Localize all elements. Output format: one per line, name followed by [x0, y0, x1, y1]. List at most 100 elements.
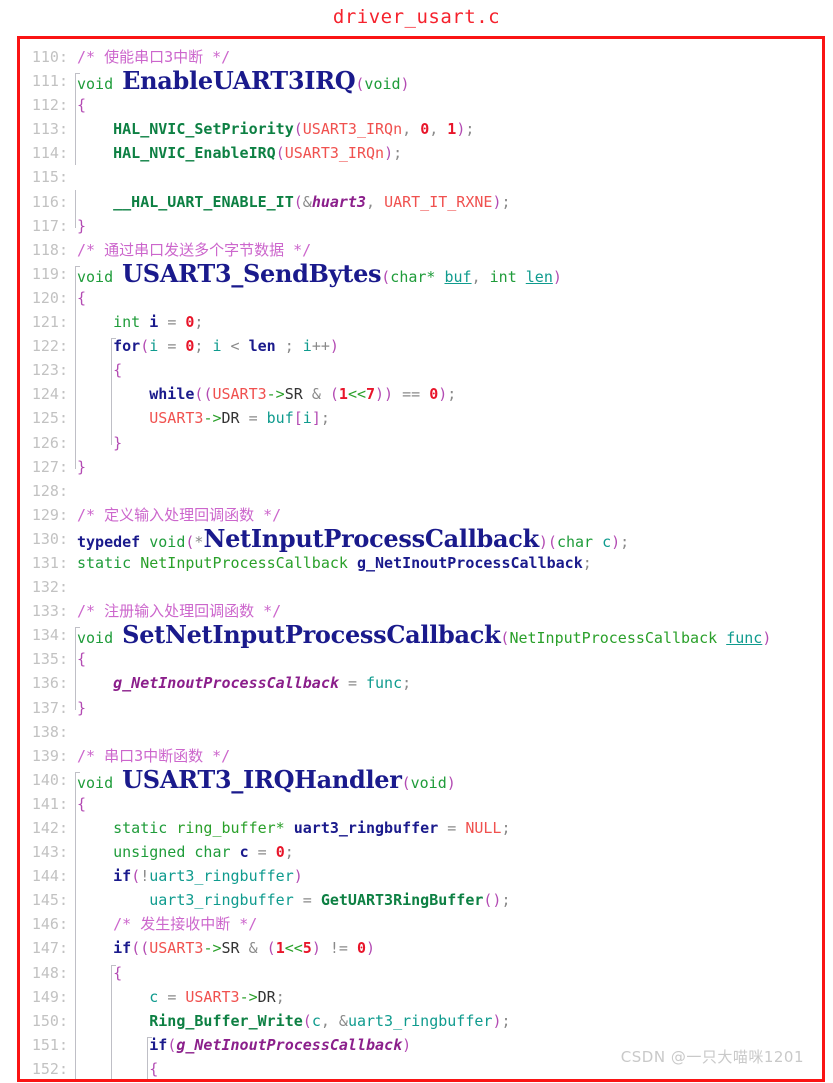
code-line: 113: HAL_NVIC_SetPriority(USART3_IRQn, 0… [20, 117, 822, 142]
code-content: { [73, 285, 822, 311]
line-number: 147: [31, 939, 68, 958]
line-number: 115: [31, 168, 68, 187]
code-content: Ring_Buffer_Write(c, &uart3_ringbuffer); [73, 1008, 822, 1033]
code-content: } [73, 695, 822, 720]
code-line: 148: { [20, 960, 822, 985]
line-number: 134: [31, 626, 68, 645]
code-line: 144: if(!uart3_ringbuffer) [20, 864, 822, 889]
code-line: 130: typedef void(*NetInputProcessCallba… [20, 523, 822, 553]
code-line: 140: void USART3_IRQHandler(void) [20, 764, 822, 795]
code-content: { [73, 1056, 822, 1079]
line-number: 119: [31, 264, 68, 283]
line-number: 130: [31, 529, 68, 548]
code-line: 126: } [20, 430, 822, 455]
code-line: 145: uart3_ringbuffer = GetUART3RingBuff… [20, 888, 822, 913]
code-line: 123: { [20, 358, 822, 383]
code-content: static ring_buffer* uart3_ringbuffer = N… [73, 816, 822, 841]
code-line: 152: { [20, 1056, 822, 1079]
code-content: { [73, 647, 822, 672]
line-number: 117: [31, 216, 68, 235]
code-line: 146: /* 发生接收中断 */ [20, 912, 822, 937]
line-number: 133: [31, 602, 68, 621]
code-line: 127: } [20, 454, 822, 479]
code-content: } [73, 213, 822, 238]
line-number: 131: [31, 553, 68, 572]
code-line: 143: unsigned char c = 0; [20, 840, 822, 865]
code-content: for(i = 0; i < len ; i++) [73, 334, 822, 359]
line-number: 126: [31, 433, 68, 452]
line-number: 111: [31, 72, 68, 91]
line-number: 125: [31, 409, 68, 428]
code-content: } [73, 430, 822, 455]
code-content: while((USART3->SR & (1<<7)) == 0); [73, 382, 822, 407]
line-number: 136: [31, 674, 68, 693]
line-number: 145: [31, 891, 68, 910]
code-line: 122: for(i = 0; i < len ; i++) [20, 334, 822, 359]
line-number: 124: [31, 385, 68, 404]
code-line: 125: USART3->DR = buf[i]; [20, 406, 822, 431]
code-content: g_NetInoutProcessCallback = func; [73, 671, 822, 696]
code-content: if((USART3->SR & (1<<5) != 0) [73, 936, 822, 961]
line-number: 140: [31, 770, 68, 789]
code-line: 132: [20, 575, 822, 599]
code-content: if(!uart3_ringbuffer) [73, 864, 822, 889]
code-listing: 110: /* 使能串口3中断 */ 111: void EnableUART3… [20, 39, 822, 1079]
code-content: int i = 0; [73, 310, 822, 335]
code-content: c = USART3->DR; [73, 984, 822, 1009]
code-line: 121: int i = 0; [20, 310, 822, 335]
line-number: 114: [31, 144, 68, 163]
code-content: { [73, 358, 822, 383]
code-content: /* 发生接收中断 */ [73, 912, 822, 937]
code-line: 120: { [20, 285, 822, 311]
code-line: 135: { [20, 647, 822, 672]
line-number: 139: [31, 746, 68, 765]
code-line: 111: void EnableUART3IRQ(void) [20, 66, 822, 97]
line-number: 148: [31, 963, 68, 982]
line-number: 123: [31, 361, 68, 380]
line-number: 112: [31, 96, 68, 115]
code-content: { [73, 93, 822, 118]
code-line: 147: if((USART3->SR & (1<<5) != 0) [20, 936, 822, 961]
line-number: 118: [31, 240, 68, 259]
line-number: 151: [31, 1035, 68, 1054]
code-content: typedef void(*NetInputProcessCallback)(c… [77, 523, 630, 553]
code-line: 114: HAL_NVIC_EnableIRQ(USART3_IRQn); [20, 141, 822, 166]
code-block: 110: /* 使能串口3中断 */ 111: void EnableUART3… [17, 36, 825, 1082]
page-title: driver_usart.c [332, 6, 501, 28]
code-line: 149: c = USART3->DR; [20, 984, 822, 1009]
line-number: 135: [31, 650, 68, 669]
code-content: unsigned char c = 0; [73, 840, 822, 865]
line-number: 144: [31, 867, 68, 886]
code-line: 142: static ring_buffer* uart3_ringbuffe… [20, 816, 822, 841]
code-line: 136: g_NetInoutProcessCallback = func; [20, 671, 822, 696]
code-line: 112: { [20, 93, 822, 118]
code-content: { [73, 960, 822, 985]
code-content: { [73, 791, 822, 816]
code-line: 117: } [20, 213, 822, 238]
code-content: void EnableUART3IRQ(void) [75, 66, 410, 97]
line-number: 116: [31, 192, 68, 211]
code-content: HAL_NVIC_SetPriority(USART3_IRQn, 0, 1); [73, 117, 822, 142]
line-number: 152: [31, 1059, 68, 1078]
code-line: 141: { [20, 791, 822, 816]
line-number: 146: [31, 915, 68, 934]
code-content: static NetInputProcessCallback g_NetInou… [77, 553, 592, 572]
code-content: __HAL_UART_ENABLE_IT(&huart3, UART_IT_RX… [73, 189, 822, 214]
code-content: void USART3_IRQHandler(void) [75, 764, 456, 795]
line-number: 138: [31, 722, 68, 741]
code-content: HAL_NVIC_EnableIRQ(USART3_IRQn); [73, 141, 822, 166]
code-line: 134: void SetNetInputProcessCallback(Net… [20, 620, 822, 651]
line-number: 150: [31, 1011, 68, 1030]
code-content: uart3_ringbuffer = GetUART3RingBuffer(); [73, 888, 822, 913]
code-content: if(g_NetInoutProcessCallback) [73, 1032, 822, 1057]
code-line: 138: [20, 720, 822, 744]
code-line: 131: static NetInputProcessCallback g_Ne… [20, 551, 822, 575]
line-number: 113: [31, 120, 68, 139]
line-number: 132: [31, 578, 68, 597]
code-content: USART3->DR = buf[i]; [73, 406, 822, 431]
code-content: void SetNetInputProcessCallback(NetInput… [75, 620, 772, 651]
line-number: 137: [31, 698, 68, 717]
code-line: 116: __HAL_UART_ENABLE_IT(&huart3, UART_… [20, 189, 822, 214]
line-number: 129: [31, 505, 68, 524]
line-number: 141: [31, 794, 68, 813]
